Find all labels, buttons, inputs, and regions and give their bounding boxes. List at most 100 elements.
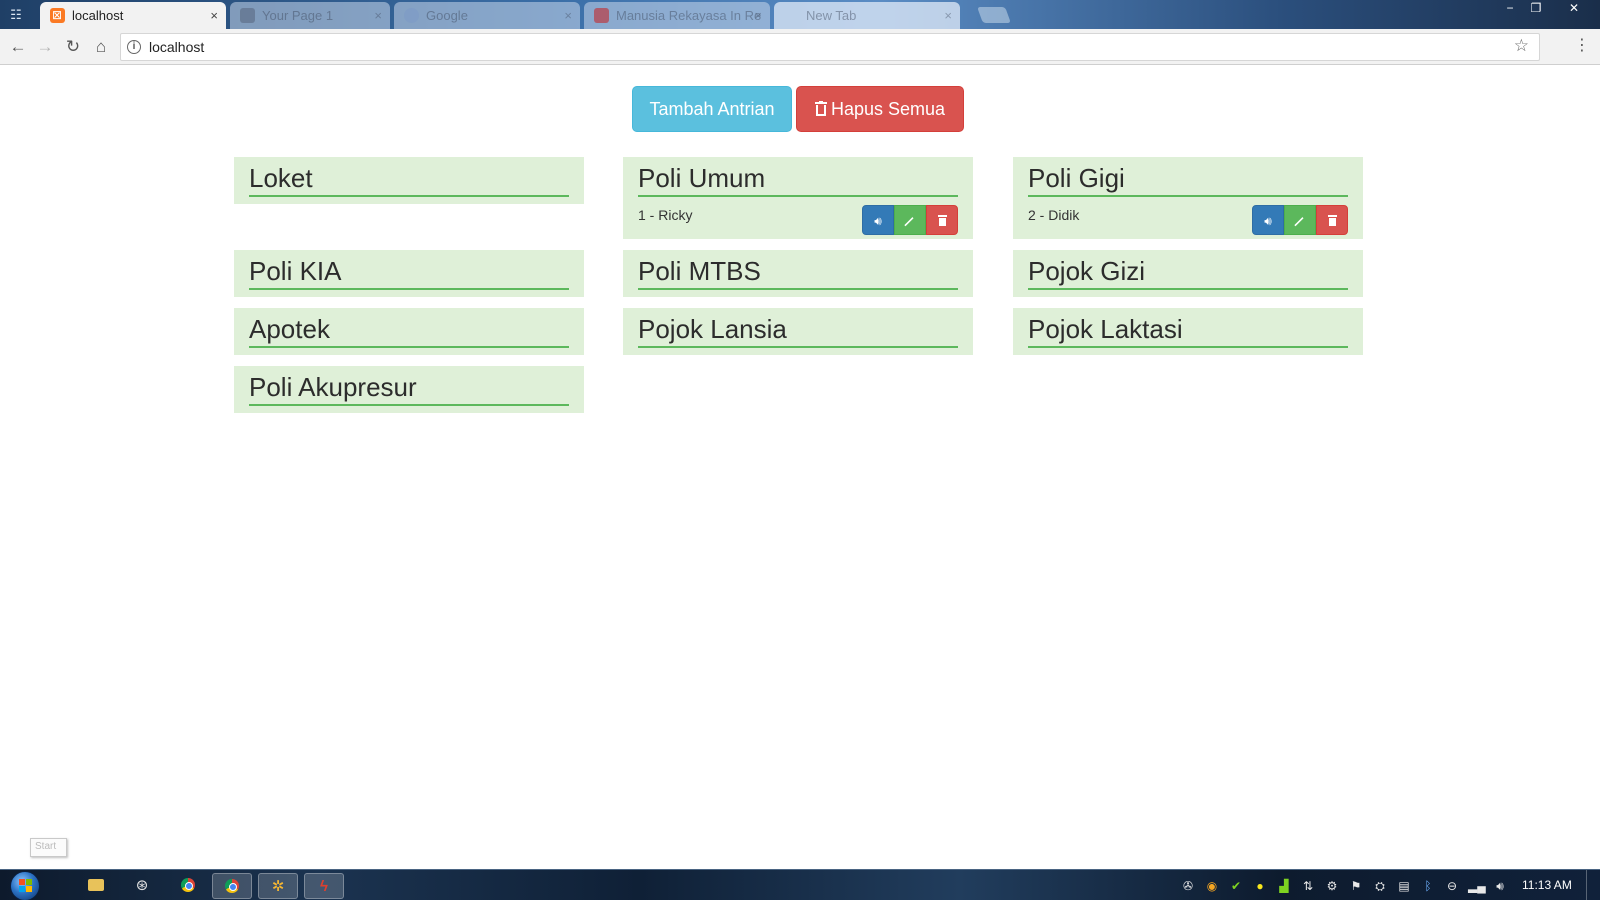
browser-tab-localhost[interactable]: localhost × [40,2,226,29]
browser-tab-2[interactable]: Your Page 1 × [230,2,390,29]
browser-tab-3[interactable]: Google × [394,2,580,29]
volume-tray-icon[interactable]: 🔊︎ [1492,878,1508,894]
forward-icon[interactable]: → [33,35,57,59]
service-title: Poli Umum [638,163,958,197]
queue-entry-actions: 🔊︎ | [862,205,958,235]
browser-menu-icon[interactable]: ⋮ [1574,35,1590,55]
back-icon[interactable]: ← [6,35,30,59]
tray-app-icon[interactable]: ✇ [1180,878,1196,894]
chrome-window-icon[interactable] [212,873,252,899]
pencil-icon: | [903,214,917,228]
info-icon[interactable]: i [127,40,141,54]
address-bar[interactable]: i localhost ☆ [120,33,1540,61]
delete-all-button[interactable]: Hapus Semua [796,86,964,132]
queue-entry-actions: 🔊︎ | [1252,205,1348,235]
show-desktop-button[interactable] [1586,870,1600,900]
queue-entry: 1 - Ricky 🔊︎ | [638,197,958,239]
tab-title: Google [426,8,468,23]
tray-update-icon[interactable]: ◉ [1204,878,1220,894]
service-panel-poli-mtbs: Poli MTBS [623,250,973,297]
service-panel-loket: Loket [234,157,584,204]
browser-tab-4[interactable]: Manusia Rekayasa In Re × [584,2,770,29]
delete-all-label: Hapus Semua [830,99,946,119]
queue-entry: 2 - Didik 🔊︎ | [1028,197,1348,239]
profile-icon[interactable]: ☷ [4,4,28,26]
browser-toolbar: ← → ↻ ⌂ i localhost ☆ ⋮ [0,29,1600,65]
edit-button[interactable]: | [894,205,926,235]
add-queue-label: Tambah Antrian [649,99,775,119]
tray-devices-icon[interactable]: ⛭ [1372,878,1388,894]
volume-icon: 🔊︎ [1264,214,1272,228]
tab-close-icon[interactable]: × [944,2,952,29]
tab-title: Your Page 1 [262,8,334,23]
call-button[interactable]: 🔊︎ [1252,205,1284,235]
tab-close-icon[interactable]: × [374,2,382,29]
action-center-flag-icon[interactable]: ⚑ [1348,878,1364,894]
tray-signal-icon[interactable]: ▟ [1276,878,1292,894]
reload-icon[interactable]: ↻ [61,35,85,59]
blank-icon [784,8,799,23]
new-tab-button[interactable] [977,7,1011,23]
service-panel-poli-akupresur: Poli Akupresur [234,366,584,413]
tab-close-icon[interactable]: × [210,2,218,29]
queue-entry-text: 2 - Didik [1028,207,1080,223]
service-title: Poli Akupresur [249,372,569,406]
xampp-icon [50,2,65,29]
browser-tab-5[interactable]: New Tab × [774,2,960,29]
service-panel-pojok-lansia: Pojok Lansia [623,308,973,355]
edit-button[interactable]: | [1284,205,1316,235]
tray-security-icon[interactable]: ✔ [1228,878,1244,894]
tray-display-icon[interactable]: ▤ [1396,878,1412,894]
trash-icon [1327,215,1337,226]
service-panel-poli-umum: Poli Umum 1 - Ricky 🔊︎ | [623,157,973,239]
tray-language-icon[interactable]: ⊖ [1444,878,1460,894]
tab-title: New Tab [806,8,857,23]
add-queue-button[interactable]: Tambah Antrian [632,86,792,132]
service-panel-poli-gigi: Poli Gigi 2 - Didik 🔊︎ | [1013,157,1363,239]
service-panel-pojok-laktasi: Pojok Laktasi [1013,308,1363,355]
network-app-icon[interactable]: ⊛ [122,873,162,899]
pencil-icon: | [1293,214,1307,228]
volume-icon: 🔊︎ [874,214,882,228]
start-tooltip: Start [30,838,67,857]
url-text[interactable]: localhost [149,39,204,55]
tray-steam-icon[interactable]: ⚙ [1324,878,1340,894]
service-title: Poli MTBS [638,256,958,290]
service-title: Pojok Laktasi [1028,314,1348,348]
service-title: Pojok Lansia [638,314,958,348]
delete-button[interactable] [926,205,958,235]
service-panel-poli-kia: Poli KIA [234,250,584,297]
call-button[interactable]: 🔊︎ [862,205,894,235]
network-signal-icon[interactable]: ▂▄ [1468,878,1486,894]
tray-sync-icon[interactable]: ⇅ [1300,878,1316,894]
start-button[interactable] [10,871,40,900]
service-title: Poli Gigi [1028,163,1348,197]
file-explorer-icon[interactable] [76,873,116,899]
filezilla-taskbar-icon[interactable]: ϟ [304,873,344,899]
bookmark-star-icon[interactable]: ☆ [1514,36,1529,56]
tab-title: Manusia Rekayasa In Re [616,8,762,23]
chrome-pinned-icon[interactable] [168,873,208,899]
tray-audio-manager-icon[interactable]: ● [1252,878,1268,894]
page-icon [240,8,255,23]
minimize-icon[interactable]: − [1496,0,1524,18]
close-window-icon[interactable]: ✕ [1560,0,1588,18]
service-title: Poli KIA [249,256,569,290]
queue-entry-text: 1 - Ricky [638,207,693,223]
restore-icon[interactable]: ❐ [1522,0,1550,18]
google-icon [404,8,419,23]
taskbar-clock[interactable]: 11:13 AM [1522,878,1572,892]
windows-logo-icon [19,879,33,893]
youtube-icon [594,8,609,23]
tray-bluetooth-icon[interactable]: ᛒ [1420,878,1436,894]
service-title: Pojok Gizi [1028,256,1348,290]
service-title: Loket [249,163,569,197]
service-panel-pojok-gizi: Pojok Gizi [1013,250,1363,297]
service-title: Apotek [249,314,569,348]
taskbar: ⊛ ✲ ϟ ✇ ◉ ✔ ● ▟ ⇅ ⚙ ⚑ ⛭ ▤ ᛒ ⊖ ▂▄ 🔊︎ 11:1… [0,869,1600,900]
home-icon[interactable]: ⌂ [89,35,113,59]
xampp-taskbar-icon[interactable]: ✲ [258,873,298,899]
delete-button[interactable] [1316,205,1348,235]
tab-close-icon[interactable]: × [754,2,762,29]
tab-close-icon[interactable]: × [564,2,572,29]
